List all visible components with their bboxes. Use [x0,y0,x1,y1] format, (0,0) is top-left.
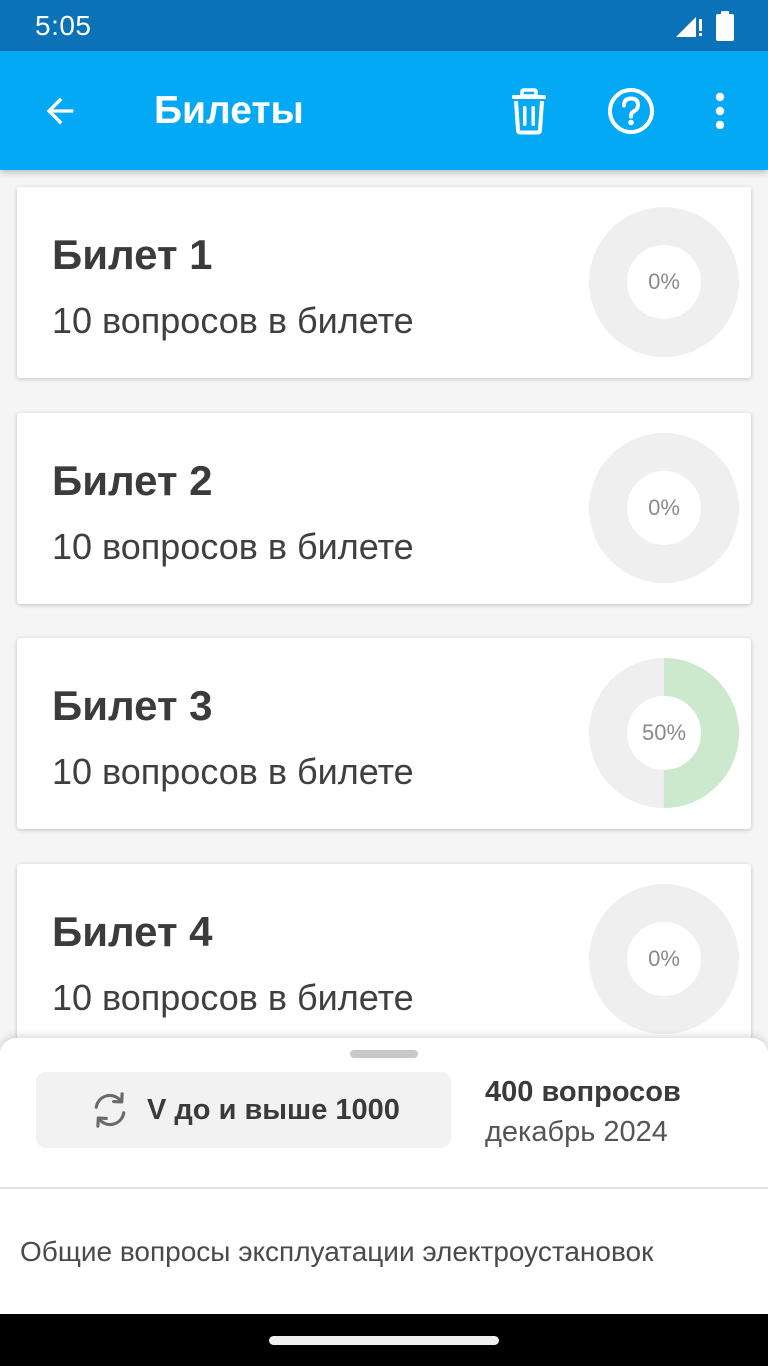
question-date: декабрь 2024 [485,1116,668,1148]
signal-icon [676,16,702,37]
ticket-subtitle: 10 вопросов в билете [52,526,414,567]
ticket-subtitle: 10 вопросов в билете [52,751,414,792]
version-label: V до и выше 1000 [147,1093,400,1126]
progress-label: 50% [641,720,687,745]
ticket-title: Билет 4 [52,908,213,955]
ticket-card-3[interactable]: Билет 3 10 вопросов в билете 50% [17,638,751,829]
category-title[interactable]: Общие вопросы эксплуатации электроустано… [20,1236,653,1268]
back-button[interactable] [20,51,100,170]
progress-label: 0% [648,946,680,971]
question-count: 400 вопросов [485,1076,681,1108]
status-bar: 5:05 [0,0,768,51]
app-bar: Билеты [0,51,768,170]
page-title: Билеты [154,88,304,132]
version-switch-button[interactable]: V до и выше 1000 [36,1072,451,1148]
drag-handle[interactable] [350,1050,418,1058]
ticket-title: Билет 3 [52,682,213,729]
help-circle-icon [608,87,654,134]
ticket-title: Билет 1 [52,231,213,278]
progress-label: 0% [648,269,680,294]
delete-button[interactable] [489,51,569,170]
navigation-bar [0,1314,768,1366]
back-arrow-icon [46,97,74,124]
status-time: 5:05 [35,9,92,41]
progress-label: 0% [648,495,680,520]
status-icons [674,10,734,41]
more-vert-icon [715,92,725,129]
home-indicator[interactable] [269,1336,499,1345]
trash-icon [512,87,546,134]
divider [0,1187,768,1189]
help-button[interactable] [591,51,671,170]
ticket-card-4[interactable]: Билет 4 10 вопросов в билете 0% [17,864,751,1055]
ticket-card-2[interactable]: Билет 2 10 вопросов в билете 0% [17,413,751,604]
ticket-subtitle: 10 вопросов в билете [52,977,414,1018]
ticket-title: Билет 2 [52,457,213,504]
sync-icon [94,1092,126,1128]
more-options-button[interactable] [690,51,750,170]
ticket-card-1[interactable]: Билет 1 10 вопросов в билете 0% [17,187,751,378]
battery-icon [716,10,734,41]
bottom-sheet[interactable]: V до и выше 1000 400 вопросов декабрь 20… [0,1038,768,1314]
ticket-subtitle: 10 вопросов в билете [52,300,414,341]
